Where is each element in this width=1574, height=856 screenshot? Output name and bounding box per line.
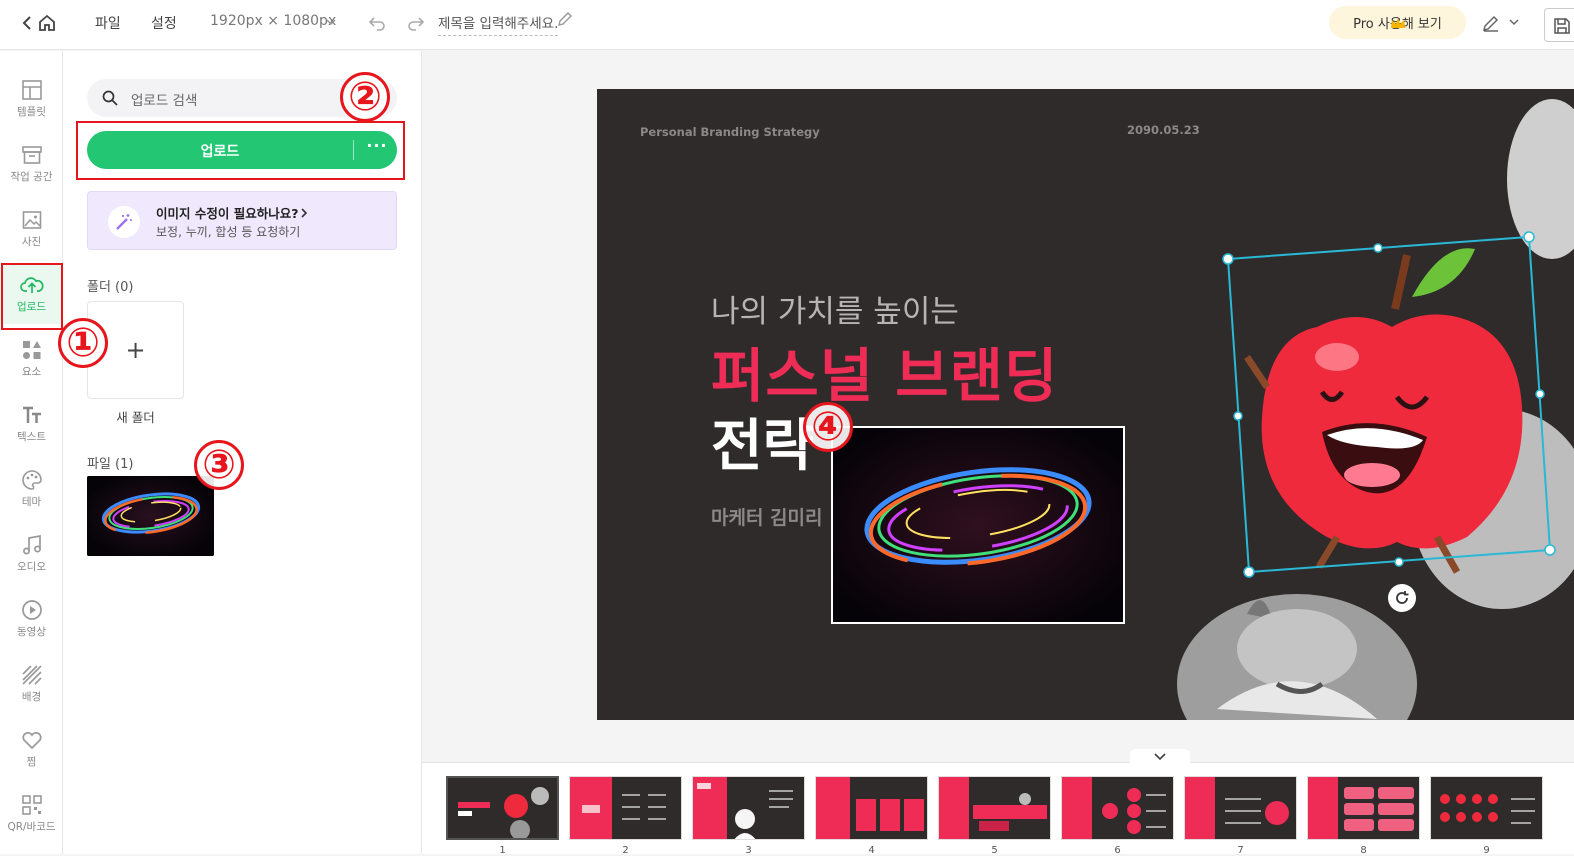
nav-favorites-label: 찜 xyxy=(26,756,37,768)
nav-theme[interactable]: 테마 xyxy=(0,459,63,519)
slide-headline-line3[interactable]: 전략 xyxy=(711,401,814,482)
home-icon[interactable] xyxy=(37,13,57,33)
annotation-marker-3: ③ xyxy=(194,440,244,490)
elements-icon xyxy=(22,341,41,359)
nav-qr-barcode[interactable]: QR/바코드 xyxy=(0,784,63,844)
palette-icon xyxy=(21,470,42,490)
undo-icon[interactable] xyxy=(368,13,386,31)
slide-number: 7 xyxy=(1237,845,1244,856)
nav-favorites[interactable]: 찜 xyxy=(0,719,63,779)
background-icon xyxy=(21,665,42,685)
nav-qr-barcode-label: QR/바코드 xyxy=(7,821,56,833)
menu-file[interactable]: 파일 xyxy=(95,13,121,33)
nav-text[interactable]: 텍스트 xyxy=(0,394,63,454)
slide-headline-line1[interactable]: 나의 가치를 높이는 xyxy=(711,286,959,331)
slide-thumbnail-7[interactable] xyxy=(1184,776,1297,840)
chevron-right-icon xyxy=(301,208,308,218)
search-icon xyxy=(102,90,118,106)
rotate-handle-icon[interactable] xyxy=(1388,584,1416,612)
nav-text-label: 텍스트 xyxy=(17,431,46,443)
magic-wand-icon xyxy=(108,206,140,238)
uploaded-file-thumbnail[interactable] xyxy=(87,476,214,556)
pro-trial-button[interactable]: Pro 사용해 보기 xyxy=(1329,6,1466,39)
slide-thumbnail-9[interactable] xyxy=(1430,776,1543,840)
template-icon xyxy=(21,80,42,100)
slide-number: 1 xyxy=(499,845,506,856)
file-section-title: 파일 (1) xyxy=(87,457,134,472)
photo-icon xyxy=(22,211,41,229)
slide-number: 8 xyxy=(1360,845,1367,856)
qr-icon xyxy=(21,795,42,815)
back-chevron-icon[interactable] xyxy=(22,15,32,31)
slide-number: 4 xyxy=(868,845,875,856)
workspace-icon xyxy=(21,146,42,164)
slide-number: 3 xyxy=(745,845,752,856)
annotation-marker-2: ② xyxy=(340,72,390,122)
annotation-box-upload-button xyxy=(76,121,405,180)
image-edit-title: 이미지 수정이 필요하나요? xyxy=(156,206,299,221)
crown-icon xyxy=(1390,17,1405,28)
nav-video-label: 동영상 xyxy=(17,626,46,638)
slide-number: 5 xyxy=(991,845,998,856)
save-button[interactable] xyxy=(1544,8,1574,42)
left-navigation: 템플릿 작업 공간 사진 업로드 요소 텍스트 테마 오디오 동영상 배경 찜 xyxy=(0,51,63,854)
chevron-down-icon xyxy=(1154,753,1166,761)
canvas-size-dropdown[interactable]: 1920px × 1080px xyxy=(210,13,336,29)
pencil-icon[interactable] xyxy=(557,11,573,27)
slide-thumbnail-8[interactable] xyxy=(1307,776,1420,840)
text-icon xyxy=(22,406,41,423)
redo-icon[interactable] xyxy=(407,13,425,31)
nav-audio-label: 오디오 xyxy=(17,561,46,573)
placed-uploaded-image[interactable] xyxy=(831,426,1125,624)
slide-filmstrip: 1 2 3 4 5 6 7 8 9 xyxy=(422,749,1574,856)
nav-elements-label: 요소 xyxy=(21,366,42,378)
nav-video[interactable]: 동영상 xyxy=(0,589,63,649)
slide-thumbnail-1[interactable] xyxy=(446,776,559,840)
nav-background[interactable]: 배경 xyxy=(0,654,63,714)
heart-icon xyxy=(21,731,42,750)
nav-photo[interactable]: 사진 xyxy=(0,199,63,259)
slide-number: 2 xyxy=(622,845,629,856)
slide-brand-text[interactable]: Personal Branding Strategy xyxy=(640,125,820,139)
slide-thumbnail-3[interactable] xyxy=(692,776,805,840)
folder-section-title: 폴더 (0) xyxy=(87,280,134,295)
nav-photo-label: 사진 xyxy=(21,236,42,248)
collapse-filmstrip-button[interactable] xyxy=(1130,749,1190,763)
annotation-marker-4: ④ xyxy=(803,402,853,452)
nav-audio[interactable]: 오디오 xyxy=(0,524,63,584)
slide-number: 9 xyxy=(1483,845,1490,856)
nav-template[interactable]: 템플릿 xyxy=(0,69,63,129)
slide-thumbnail-2[interactable] xyxy=(569,776,682,840)
save-icon xyxy=(1554,18,1570,34)
slide-author-text[interactable]: 마케터 김미리 xyxy=(711,503,823,530)
slide-canvas[interactable]: Personal Branding Strategy 2090.05.23 나의… xyxy=(597,89,1574,720)
nav-elements[interactable]: 요소 xyxy=(0,329,63,389)
video-icon xyxy=(21,600,42,620)
slide-thumbnail-6[interactable] xyxy=(1061,776,1174,840)
nav-background-label: 배경 xyxy=(21,691,42,703)
new-folder-label: 새 폴더 xyxy=(116,410,155,425)
annotation-marker-1: ① xyxy=(58,318,108,368)
slide-thumbnail-4[interactable] xyxy=(815,776,928,840)
image-edit-request-card[interactable]: 이미지 수정이 필요하나요? 보정, 누끼, 합성 등 요청하기 xyxy=(87,191,397,250)
chevron-down-icon[interactable] xyxy=(326,18,336,26)
nav-workspace[interactable]: 작업 공간 xyxy=(0,134,63,194)
upload-search-placeholder: 업로드 검색 xyxy=(131,93,198,109)
nav-template-label: 템플릿 xyxy=(17,106,46,118)
slide-thumbnail-5[interactable] xyxy=(938,776,1051,840)
top-bar: 파일 설정 1920px × 1080px 제목을 입력해주세요. Pro 사용… xyxy=(0,0,1574,50)
image-edit-subtitle: 보정, 누끼, 합성 등 요청하기 xyxy=(156,225,301,239)
chevron-down-icon[interactable] xyxy=(1509,19,1519,26)
menu-settings[interactable]: 설정 xyxy=(151,13,177,33)
nav-workspace-label: 작업 공간 xyxy=(10,171,53,183)
slide-number: 6 xyxy=(1114,845,1121,856)
annotation-box-upload-nav xyxy=(1,263,63,330)
music-icon xyxy=(22,534,41,555)
selection-bounding-box[interactable] xyxy=(1217,229,1557,579)
nav-theme-label: 테마 xyxy=(21,496,42,508)
draw-pen-icon[interactable] xyxy=(1481,13,1501,33)
document-title-input[interactable]: 제목을 입력해주세요. xyxy=(438,12,559,36)
